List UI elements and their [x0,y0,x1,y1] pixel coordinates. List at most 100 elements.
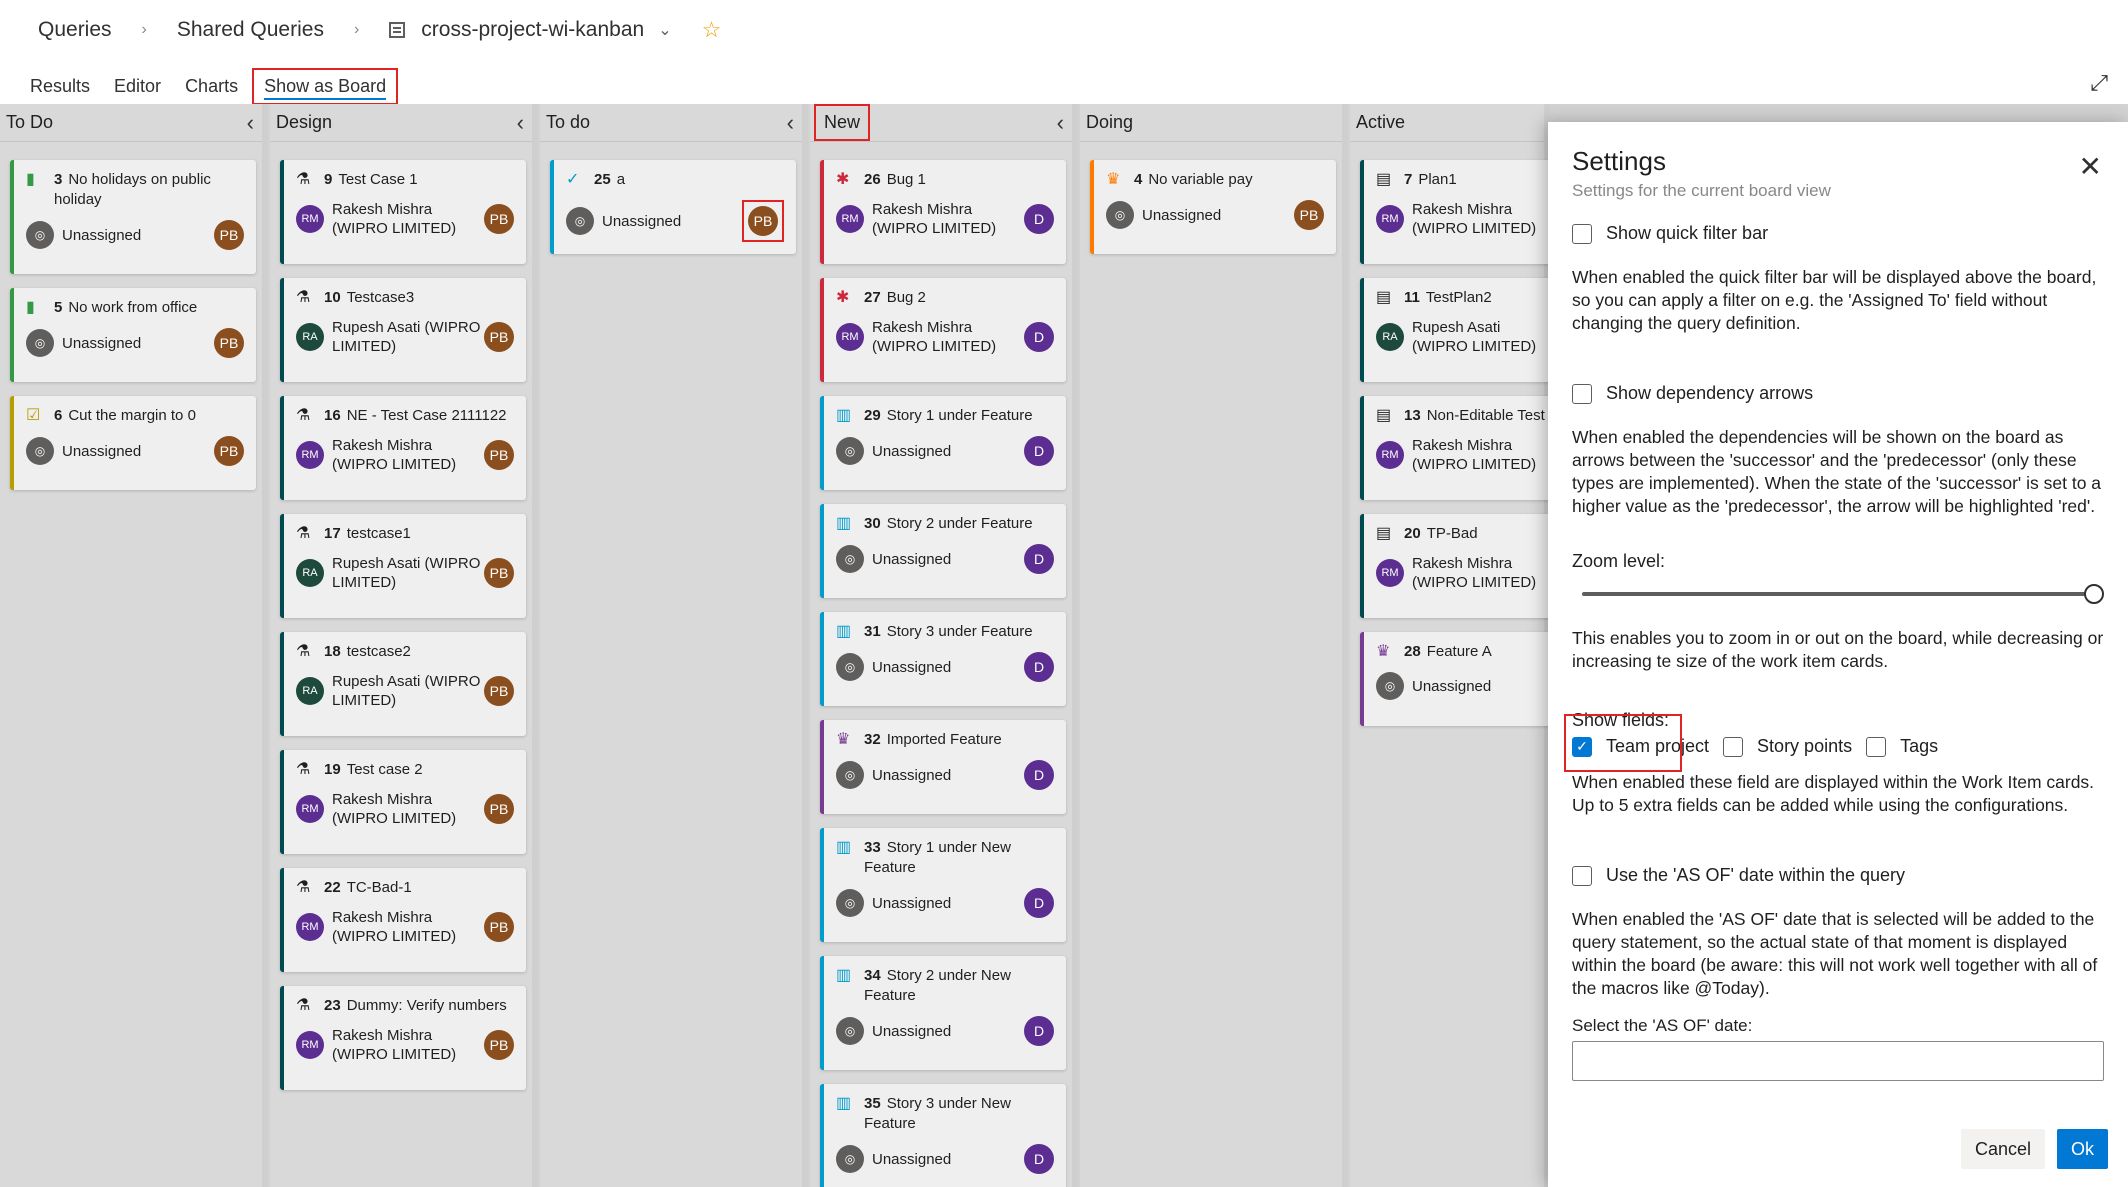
as-of-date-input[interactable] [1572,1041,2104,1081]
epic-icon: ▮ [26,171,35,188]
work-item-card[interactable]: ⚗ 10 Testcase3 RA Rupesh Asati (WIPRO LIMITE… [280,278,526,382]
work-item-card[interactable]: ▥ 31 Story 3 under Feature ◎ Unassigned D [820,612,1066,706]
work-item-card[interactable]: ▮ 3 No holidays on public holiday ◎ Unassig… [10,160,256,274]
board-column: To Do ‹ ▮ 3 No holidays on public holiday … [0,104,268,1187]
user-story-icon: ▥ [836,1095,852,1112]
project-badge-highlight: PB [742,200,784,242]
work-item-card[interactable]: ▤ 11 TestPlan2 RA Rupesh Asati (WIPRO LIMITE… [1360,278,1560,382]
work-item-card[interactable]: ▥ 29 Story 1 under Feature ◎ Unassigned D [820,396,1066,490]
work-item-card[interactable]: ⚗ 17 testcase1 RA Rupesh Asati (WIPRO LIMITE… [280,514,526,618]
work-item-card[interactable]: ⚗ 16 NE - Test Case 2111122 RM Rakesh Mishra… [280,396,526,500]
work-item-id: 13 [1404,407,1421,424]
quick-filter-checkbox[interactable] [1572,223,1592,244]
work-item-card[interactable]: ♛ 4 No variable pay ◎ Unassigned PB [1090,160,1336,254]
test-case-icon: ⚗ [296,761,311,778]
work-item-card[interactable]: ♛ 28 Feature A ◎ Unassigned [1360,632,1560,726]
work-item-card[interactable]: ▥ 33 Story 1 under New Feature ◎ Unassigned D [820,828,1066,942]
test-plan-icon: ▤ [1376,407,1392,424]
work-item-card[interactable]: ✱ 27 Bug 2 RM Rakesh Mishra (WIPRO LIMITED) D [820,278,1066,382]
work-item-id: 11 [1404,289,1420,306]
work-item-title: Feature A [1426,643,1492,660]
work-item-card[interactable]: ▮ 5 No work from office ◎ Unassigned PB [10,288,256,382]
field-tags[interactable]: Tags [1866,736,1938,757]
close-icon[interactable]: ✕ [2079,150,2102,183]
view-tabs: Results Editor Charts Show as Board [30,67,422,105]
work-item-card[interactable]: ▥ 30 Story 2 under Feature ◎ Unassigned D [820,504,1066,598]
assignee-name: Unassigned [872,1022,952,1040]
zoom-level-slider[interactable] [1582,583,2104,604]
work-item-card[interactable]: ⚗ 19 Test case 2 RM Rakesh Mishra (WIPRO LIM… [280,750,526,854]
task-icon: ✓ [566,171,580,188]
project-badge: D [1024,760,1054,790]
field-story-points-label: Story points [1757,736,1853,756]
tags-checkbox[interactable] [1866,736,1887,757]
work-item-card[interactable]: ▥ 35 Story 3 under New Feature ◎ Unassigned D [820,1084,1066,1187]
work-item-card[interactable]: ☑ 6 Cut the margin to 0 ◎ Unassigned PB [10,396,256,490]
assignee-name: Unassigned [62,226,142,244]
chevron-down-icon[interactable]: ⌄ [658,20,671,40]
assignee-name: Unassigned [62,334,142,352]
work-item-card[interactable]: ▤ 20 TP-Bad RM Rakesh Mishra (WIPRO LIMITED) [1360,514,1560,618]
collapse-column-icon[interactable]: ‹ [517,110,524,136]
work-item-title: Story 3 under New Feature [864,1095,1011,1132]
breadcrumb-shared-queries[interactable]: Shared Queries [177,18,324,42]
field-tags-label: Tags [1900,736,1939,756]
work-item-card[interactable]: ✱ 26 Bug 1 RM Rakesh Mishra (WIPRO LIMITED) D [820,160,1066,264]
collapse-column-icon[interactable]: ‹ [1057,110,1064,136]
work-item-card[interactable]: ⚗ 22 TC-Bad-1 RM Rakesh Mishra (WIPRO LIMITE… [280,868,526,972]
quick-filter-label: Show quick filter bar [1606,223,1769,243]
query-name[interactable]: cross-project-wi-kanban [421,18,644,42]
work-item-card[interactable]: ▤ 13 Non-Editable Test RM Rakesh Mishra (WIP… [1360,396,1560,500]
dependency-arrows-option[interactable]: Show dependency arrows [1572,383,2104,404]
work-item-card[interactable]: ▤ 7 Plan1 RM Rakesh Mishra (WIPRO LIMITED) [1360,160,1560,264]
assignee-name: Unassigned [872,1150,952,1168]
work-item-id: 28 [1404,643,1421,660]
work-item-title: Bug 1 [886,171,926,188]
column-title: New [814,104,871,141]
work-item-card[interactable]: ▥ 34 Story 2 under New Feature ◎ Unassigned D [820,956,1066,1070]
ok-button[interactable]: Ok [2056,1129,2108,1169]
tab-charts[interactable]: Charts [185,72,238,101]
work-item-title: Testcase3 [346,289,415,306]
field-story-points[interactable]: Story points [1723,736,1852,757]
as-of-option[interactable]: Use the 'AS OF' date within the query [1572,865,2104,886]
collapse-column-icon[interactable]: ‹ [247,110,254,136]
assignee-name: Unassigned [872,766,952,784]
assignee-name: Rakesh Mishra (WIPRO LIMITED) [332,791,457,827]
work-item-card[interactable]: ⚗ 23 Dummy: Verify numbers RM Rakesh Mishra … [280,986,526,1090]
work-item-title: Non-Editable Test [1426,407,1545,424]
work-item-card[interactable]: ⚗ 18 testcase2 RA Rupesh Asati (WIPRO LIMITE… [280,632,526,736]
zoom-slider-thumb[interactable] [2084,584,2104,604]
user-avatar: RA [1376,323,1404,351]
fullscreen-expand-icon[interactable]: ⤢ [2090,70,2108,96]
work-item-id: 26 [864,171,881,188]
column-header: New ‹ [810,104,1072,142]
work-item-title: NE - Test Case 2111122 [346,407,507,424]
user-story-icon: ▥ [836,515,852,532]
cancel-button[interactable]: Cancel [1960,1129,2045,1169]
assignee-name: Rakesh Mishra (WIPRO LIMITED) [332,201,457,237]
project-badge: PB [214,220,244,250]
work-item-title: Cut the margin to 0 [68,407,196,424]
collapse-column-icon[interactable]: ‹ [787,110,794,136]
as-of-checkbox[interactable] [1572,865,1592,886]
tab-results[interactable]: Results [30,72,90,101]
assignee-name: Rakesh Mishra (WIPRO LIMITED) [332,909,457,945]
work-item-card[interactable]: ✓ 25 a ◎ Unassigned PB [550,160,796,254]
project-badge: D [1024,204,1054,234]
story-points-checkbox[interactable] [1723,736,1744,757]
bug-icon: ✱ [836,171,850,188]
favorite-star-icon[interactable]: ☆ [702,17,722,43]
work-item-card[interactable]: ⚗ 9 Test Case 1 RM Rakesh Mishra (WIPRO LIMI… [280,160,526,264]
quick-filter-option[interactable]: Show quick filter bar [1572,223,2104,244]
work-item-card[interactable]: ♛ 32 Imported Feature ◎ Unassigned D [820,720,1066,814]
unassigned-avatar-icon: ◎ [836,545,864,573]
tab-show-as-board[interactable]: Show as Board [252,67,399,105]
breadcrumb-queries[interactable]: Queries [38,18,112,42]
dependency-arrows-checkbox[interactable] [1572,383,1592,404]
work-item-id: 29 [864,407,881,424]
tab-editor[interactable]: Editor [114,72,161,101]
work-item-id: 18 [324,643,341,660]
user-avatar: RM [1376,205,1404,233]
assignee-name: Unassigned [872,442,952,460]
